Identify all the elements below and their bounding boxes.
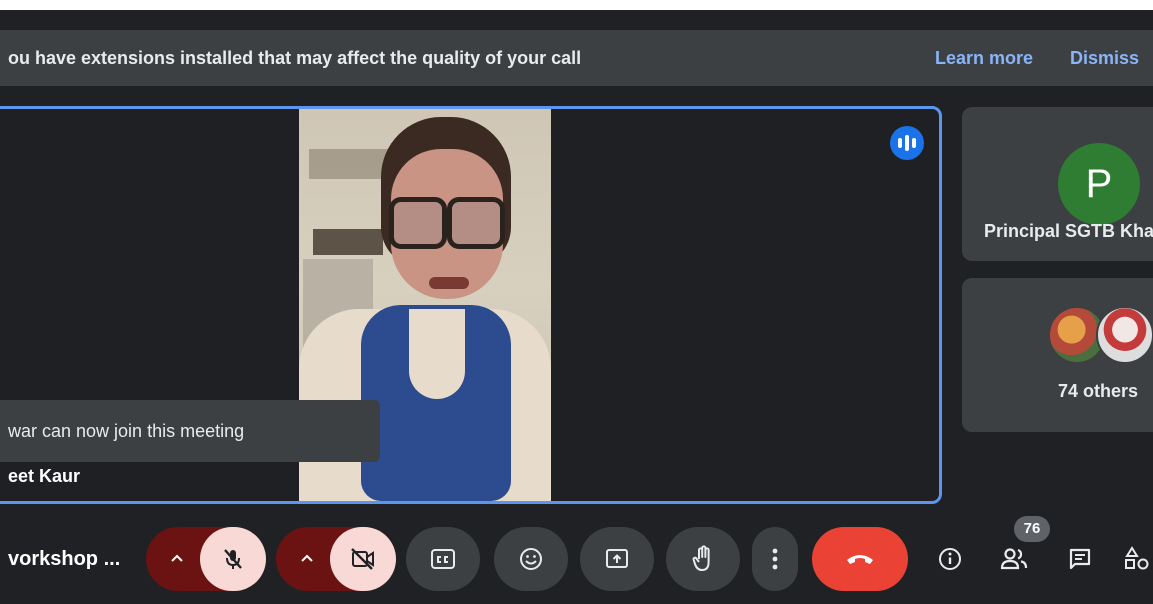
camera-toggle-button[interactable] (330, 527, 396, 591)
meeting-details-button[interactable] (930, 527, 970, 591)
info-icon (939, 548, 961, 570)
more-options-button[interactable] (752, 527, 798, 591)
people-icon (1000, 548, 1028, 570)
activities-icon (1125, 546, 1149, 570)
avatar: P (1058, 143, 1140, 225)
raise-hand-button[interactable] (666, 527, 740, 591)
hand-icon (692, 545, 710, 571)
chat-icon (1069, 548, 1091, 570)
meeting-title[interactable]: vorkshop ... (8, 548, 120, 571)
emoji-icon (520, 548, 542, 570)
speaking-indicator-icon (890, 126, 924, 160)
others-count-label: 74 others (1058, 381, 1139, 401)
end-call-icon (847, 555, 873, 564)
chevron-up-icon (171, 554, 183, 562)
video-options-button[interactable] (282, 527, 332, 591)
activities-button[interactable] (1122, 527, 1153, 591)
mic-off-icon (224, 549, 242, 569)
dismiss-button[interactable]: Dismiss (1070, 30, 1139, 86)
banner-message: ou have extensions installed that may af… (8, 48, 582, 68)
closed-captions-icon (431, 549, 455, 569)
microphone-toggle-button[interactable] (200, 527, 266, 591)
chat-button[interactable] (1058, 527, 1102, 591)
extensions-warning-banner: ou have extensions installed that may af… (0, 30, 1153, 86)
participant-tile-principal[interactable]: P Principal SGTB Kha (962, 107, 1153, 261)
toast-text: war can now join this meeting (8, 421, 245, 441)
learn-more-link[interactable]: Learn more (935, 30, 1033, 86)
audio-options-button[interactable] (152, 527, 202, 591)
meeting-window: ou have extensions installed that may af… (0, 10, 1153, 604)
speaker-name-label: eet Kaur (8, 466, 81, 486)
camera-off-icon (351, 548, 374, 570)
more-vert-icon (772, 548, 778, 570)
participant-count-badge: 76 (1014, 516, 1050, 542)
chevron-up-icon (301, 554, 313, 562)
join-notification-toast: war can now join this meeting (0, 400, 380, 462)
leave-call-button[interactable] (812, 527, 908, 591)
present-screen-button[interactable] (580, 527, 654, 591)
others-tile[interactable]: 74 others (962, 278, 1153, 432)
present-screen-icon (606, 549, 628, 568)
participant-name: Principal SGTB Kha (984, 221, 1153, 241)
avatar (1096, 306, 1153, 364)
captions-button[interactable] (406, 527, 480, 591)
reactions-button[interactable] (494, 527, 568, 591)
